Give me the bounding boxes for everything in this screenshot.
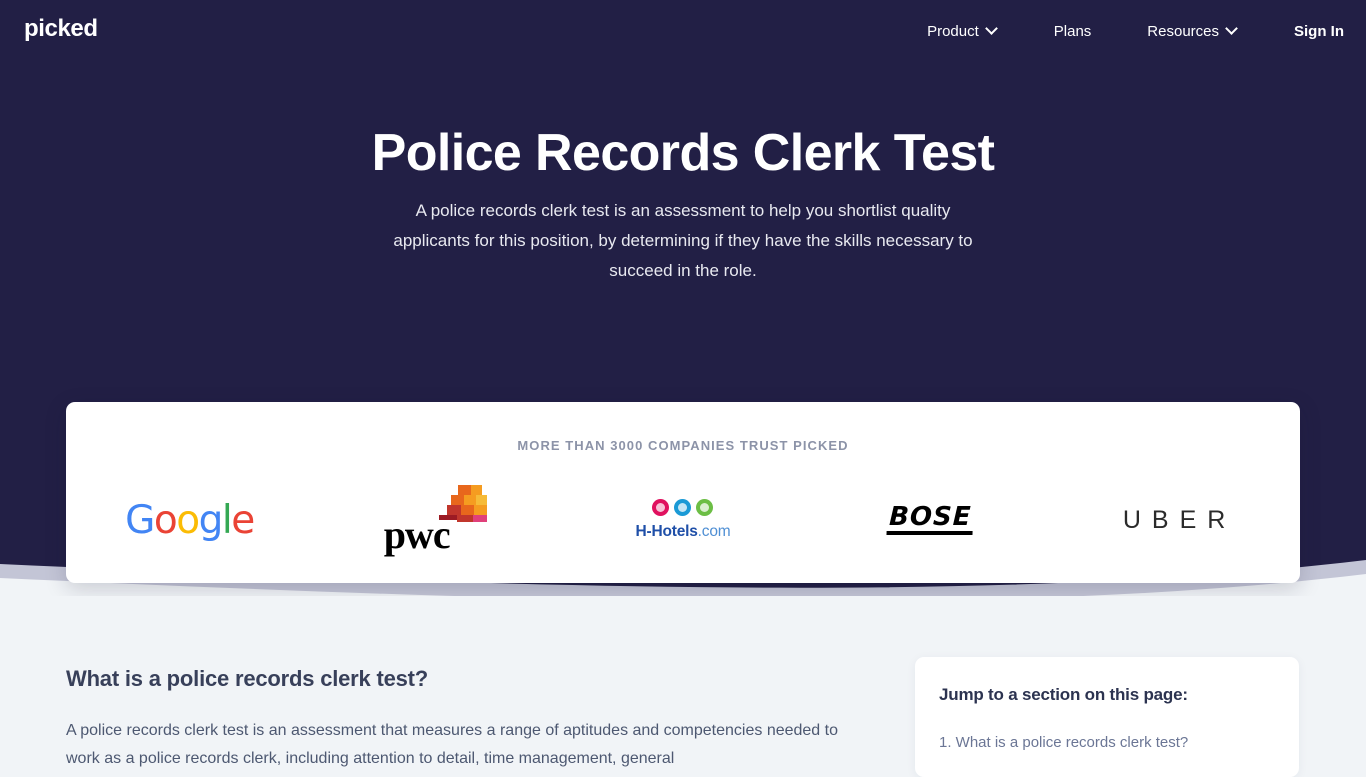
nav-item-plans-label: Plans <box>1053 22 1092 40</box>
trusted-companies-label: MORE THAN 3000 COMPANIES TRUST PICKED <box>517 438 849 453</box>
logo-google: Google <box>74 480 304 560</box>
trusted-companies-card: MORE THAN 3000 COMPANIES TRUST PICKED Go… <box>66 402 1300 583</box>
logo-bose: BOSE <box>815 480 1045 560</box>
nav-item-sign-in[interactable]: Sign In <box>1266 23 1344 40</box>
company-logo-row: Google pwc H-Hotels.com BOSE UBER <box>66 480 1300 560</box>
article-paragraph: A police records clerk test is an assess… <box>66 722 838 767</box>
nav-item-product-label: Product <box>927 22 979 40</box>
nav-item-resources-label: Resources <box>1147 22 1219 40</box>
google-letter-g2: g <box>198 497 224 543</box>
nav-item-resources[interactable]: Resources <box>1119 23 1266 40</box>
h-hotels-circle-green <box>696 499 714 516</box>
h-hotels-logo-mark: H-Hotels.com <box>636 499 731 541</box>
h-hotels-circles-icon <box>636 499 731 516</box>
nav-item-product[interactable]: Product <box>899 23 1026 40</box>
table-of-contents-card: Jump to a section on this page: 1. What … <box>915 657 1299 777</box>
google-letter-o1: o <box>153 497 178 543</box>
nav-item-sign-in-label: Sign In <box>1294 22 1344 40</box>
nav-links: Product Plans Resources Sign In <box>899 0 1344 62</box>
toc-item-1[interactable]: 1. What is a police records clerk test? <box>939 729 1275 757</box>
top-navigation-bar: picked Product Plans Resources Sign In <box>0 0 1366 62</box>
nav-item-plans[interactable]: Plans <box>1026 23 1120 40</box>
article-section: What is a police records clerk test? A p… <box>66 666 866 773</box>
google-letter-e: e <box>231 497 255 543</box>
google-letter-l: l <box>221 497 233 543</box>
chevron-down-icon <box>987 24 998 35</box>
h-hotels-wordmark: H-Hotels.com <box>636 523 731 541</box>
logo-uber: UBER <box>1062 480 1292 560</box>
pwc-logo-mark: pwc <box>384 485 489 555</box>
google-wordmark: Google <box>125 497 255 543</box>
uber-wordmark: UBER <box>1122 505 1237 534</box>
article-heading: What is a police records clerk test? <box>66 666 429 691</box>
h-hotels-circle-blue <box>674 499 692 516</box>
google-letter-g1: G <box>125 497 155 543</box>
page-title: Police Records Clerk Test <box>371 124 995 182</box>
pwc-wordmark: pwc <box>383 512 451 557</box>
toc-title: Jump to a section on this page: <box>939 685 1188 704</box>
hero-subtitle: A police records clerk test is an assess… <box>393 201 973 280</box>
chevron-down-icon <box>1227 24 1238 35</box>
logo-pwc: pwc <box>321 480 551 560</box>
h-hotels-circle-pink <box>652 499 670 516</box>
brand-logo[interactable]: picked <box>24 17 98 41</box>
logo-h-hotels: H-Hotels.com <box>568 480 798 560</box>
h-hotels-tld: .com <box>697 523 731 540</box>
h-hotels-name: H-Hotels <box>635 523 698 540</box>
bose-wordmark: BOSE <box>886 502 974 536</box>
google-letter-o2: o <box>176 497 200 543</box>
